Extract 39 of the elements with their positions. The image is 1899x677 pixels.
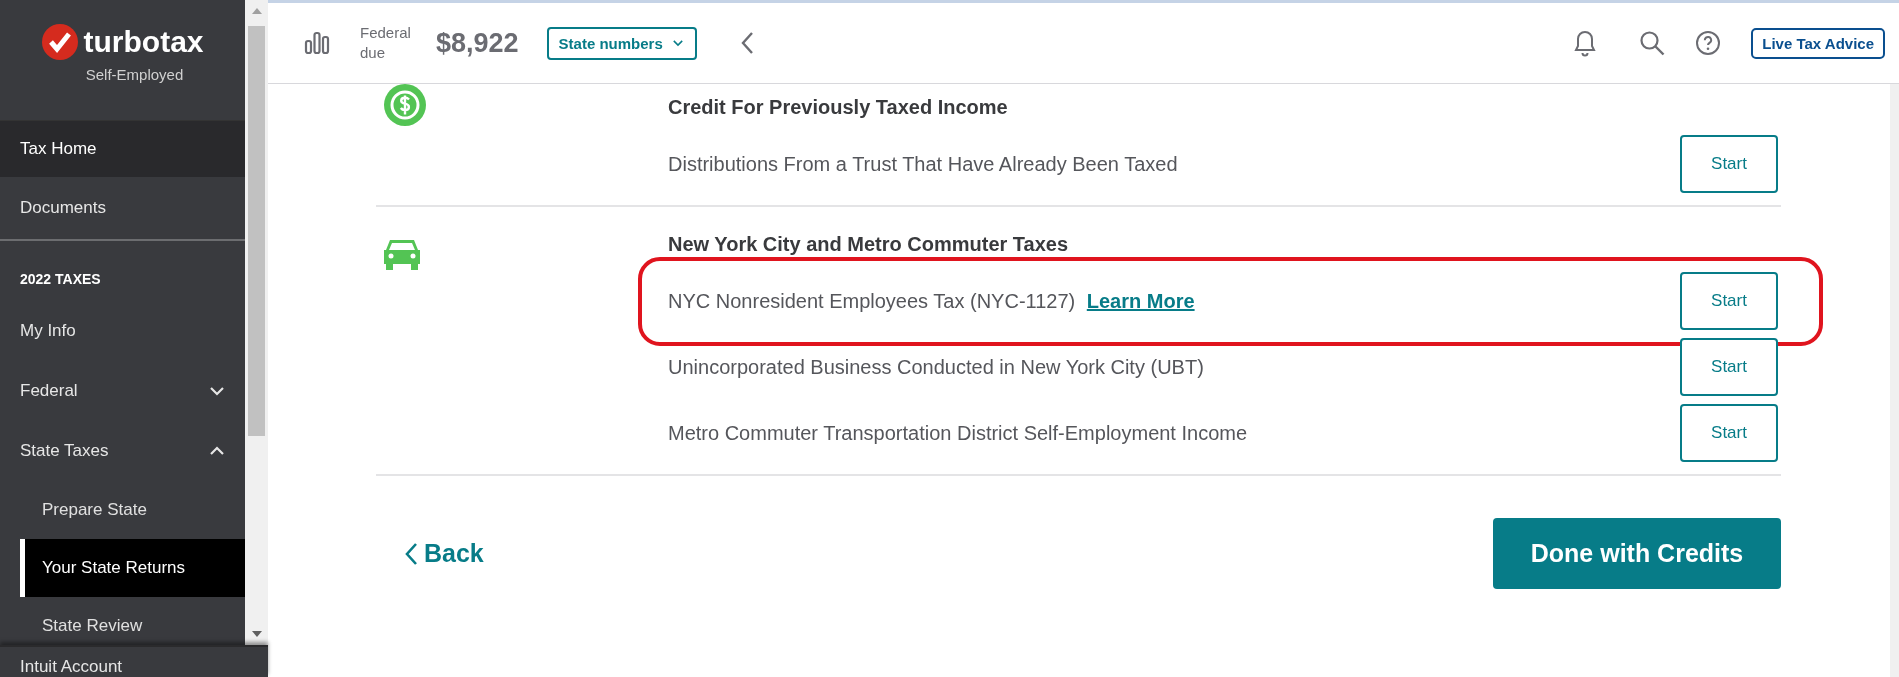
section-title: New York City and Metro Commuter Taxes (668, 232, 1070, 257)
federal-due-label: Federal due (360, 23, 412, 63)
sidebar-subitem[interactable]: State Review (20, 597, 245, 645)
federal-due-amount: $8,922 (436, 27, 519, 59)
item-label: NYC Nonresident Employees Tax (NYC-1127) Learn More (668, 289, 1195, 313)
sidebar-item[interactable]: Documents (0, 177, 245, 239)
sidebar-item[interactable]: Tax Home (0, 121, 245, 177)
car-icon (382, 237, 422, 271)
start-button[interactable]: Start (1680, 338, 1778, 396)
bar-chart-icon[interactable] (304, 31, 330, 55)
checkmark-logo-icon (41, 24, 78, 60)
chevron-left-icon (404, 541, 418, 566)
sidebar-item[interactable]: Federal (0, 361, 245, 421)
done-with-credits-button[interactable]: Done with Credits (1493, 518, 1781, 589)
item-label: Metro Commuter Transportation District Self-Employment Income (668, 421, 1248, 445)
live-tax-advice-button[interactable]: Live Tax Advice (1751, 27, 1885, 59)
sidebar-item[interactable]: State Taxes (0, 421, 245, 481)
scrollbar[interactable] (245, 0, 268, 645)
sidebar-item[interactable]: Intuit Account (0, 645, 268, 677)
edition-label: Self-Employed (85, 66, 184, 83)
help-icon[interactable] (1695, 30, 1722, 56)
state-numbers-dropdown[interactable]: State numbers (546, 26, 697, 60)
sidebar-item[interactable]: My Info (0, 301, 245, 361)
scrollbar[interactable] (1890, 84, 1899, 677)
back-link[interactable]: Back (404, 539, 484, 568)
start-button[interactable]: Start (1680, 272, 1778, 330)
item-label: Distributions From a Trust That Have Already Been Taxed (668, 152, 1178, 176)
sidebar-subitem[interactable]: Your State Returns (20, 539, 245, 597)
brand-name: turbotax (83, 25, 204, 59)
section-title: Credit For Previously Taxed Income (668, 95, 1009, 120)
start-button[interactable]: Start (1680, 404, 1778, 462)
search-icon[interactable] (1639, 30, 1666, 56)
dollar-coin-icon (382, 84, 428, 128)
item-label: Unincorporated Business Conducted in New York City (UBT) (668, 355, 1204, 379)
sidebar-subitem[interactable]: Prepare State (20, 481, 245, 539)
section-heading: 2022 TAXES (19, 270, 102, 289)
learn-more-link[interactable]: Learn More (1086, 289, 1195, 312)
start-button[interactable]: Start (1680, 135, 1778, 193)
notification-bell-icon[interactable] (1573, 29, 1598, 57)
